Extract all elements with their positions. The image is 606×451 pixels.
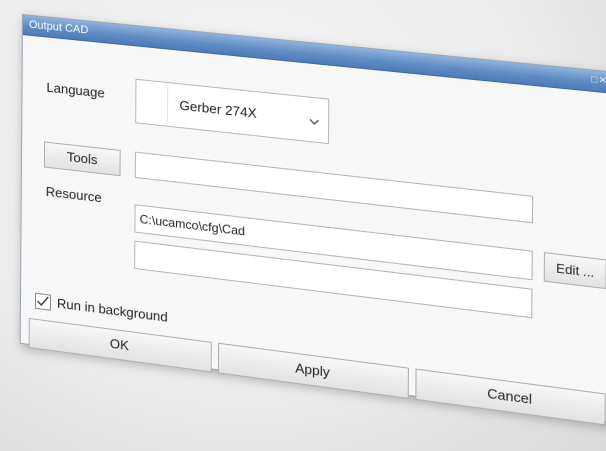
run-in-background-checkbox[interactable] <box>34 292 52 311</box>
window-controls-icon[interactable]: □✕ <box>591 74 606 87</box>
language-select[interactable]: Gerber 274X <box>135 78 330 145</box>
chevron-down-icon[interactable] <box>309 116 320 127</box>
cancel-button[interactable]: Cancel <box>415 368 606 426</box>
language-label: Language <box>46 79 105 101</box>
apply-button[interactable]: Apply <box>217 342 409 399</box>
language-swatch <box>140 84 169 122</box>
ok-button-label: OK <box>109 335 129 354</box>
edit-button-label: Edit ... <box>556 260 595 281</box>
language-value: Gerber 274X <box>179 97 257 121</box>
title-bar[interactable]: Output CAD □✕ <box>22 15 606 95</box>
apply-button-label: Apply <box>295 360 330 381</box>
ok-button[interactable]: OK <box>28 317 212 373</box>
window-title: Output CAD <box>28 18 89 37</box>
edit-button[interactable]: Edit ... <box>543 252 606 290</box>
checkmark-icon <box>37 295 49 306</box>
resource-label: Resource <box>45 183 102 206</box>
output-cad-dialog: Output CAD □✕ Language Gerber 274X Tools… <box>19 14 606 426</box>
tools-button-label: Tools <box>66 149 98 168</box>
run-in-background-label: Run in background <box>56 295 168 325</box>
tools-button[interactable]: Tools <box>43 141 121 177</box>
cancel-button-label: Cancel <box>487 385 533 408</box>
resource-path-value: C:\ucamco\cfg\Cad <box>139 211 246 239</box>
perspective-stage: Output CAD □✕ Language Gerber 274X Tools… <box>0 0 606 451</box>
